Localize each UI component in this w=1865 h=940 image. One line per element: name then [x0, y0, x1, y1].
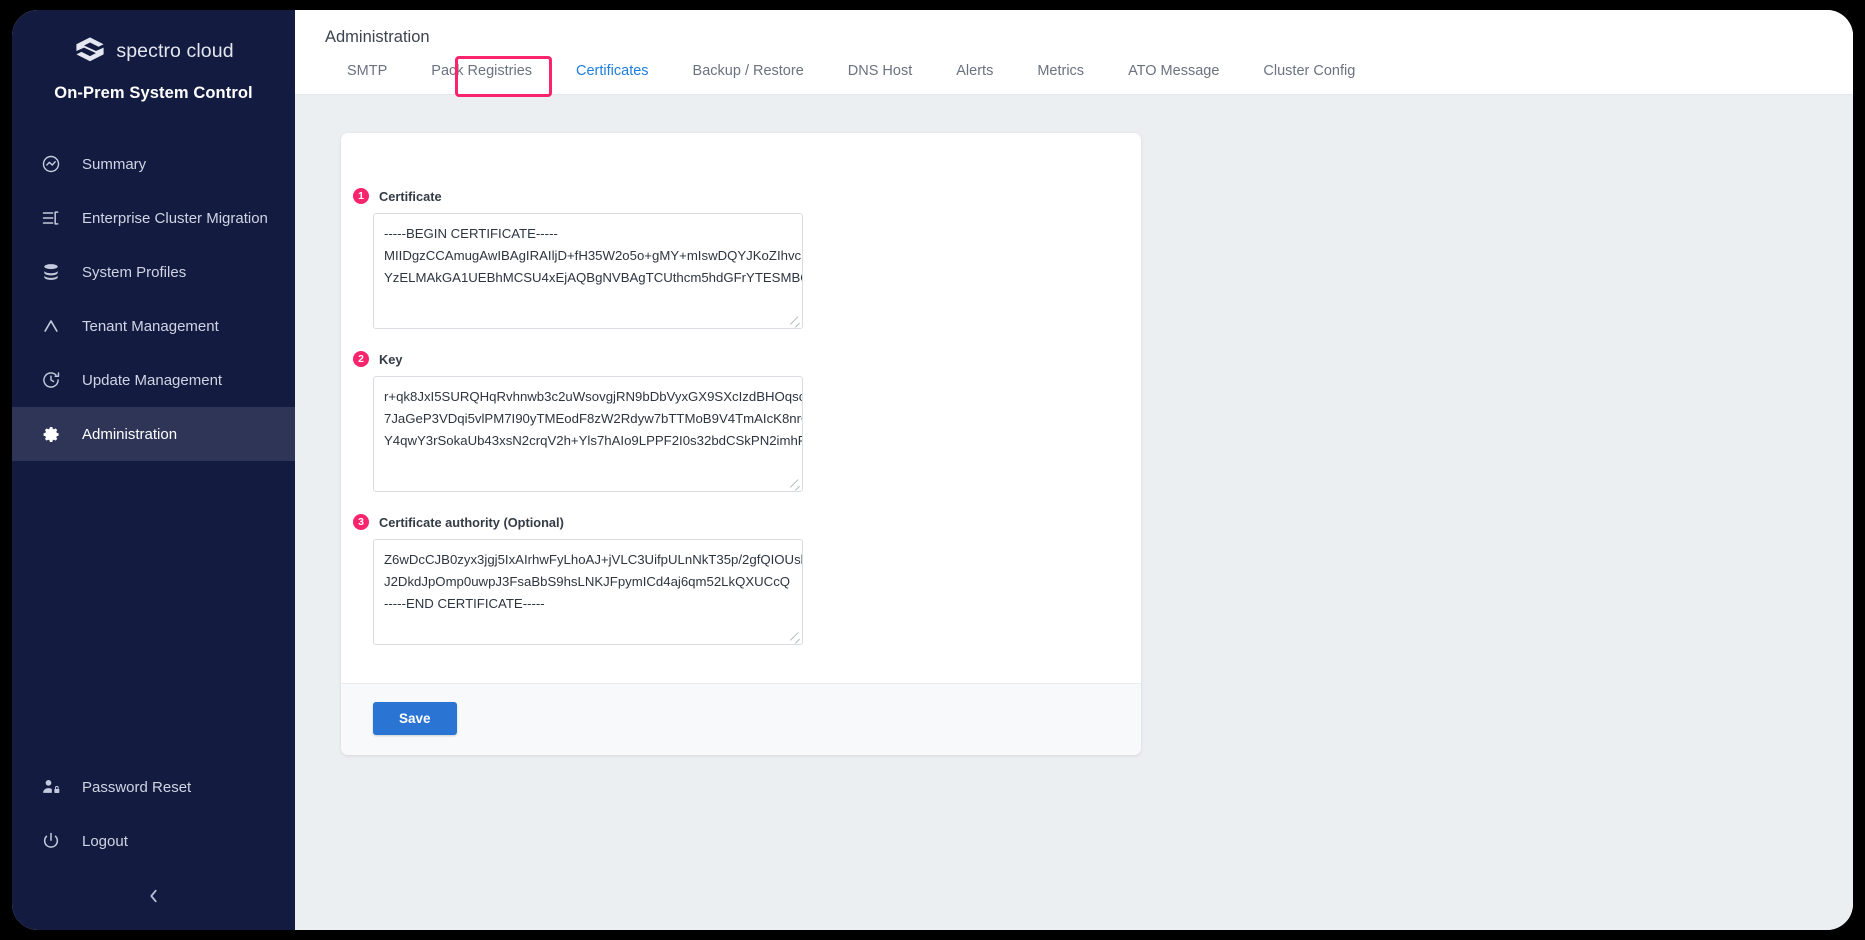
tab-cluster-config[interactable]: Cluster Config: [1241, 59, 1377, 85]
sidebar-item-system-profiles[interactable]: System Profiles: [12, 245, 295, 299]
spectro-cloud-logo-icon: [73, 36, 107, 66]
chevron-left-icon: [147, 888, 160, 907]
tab-backup-restore[interactable]: Backup / Restore: [671, 59, 826, 85]
certificates-card: 1 Certificate 2 Key: [341, 133, 1141, 755]
page-title: Administration: [325, 28, 430, 46]
save-button[interactable]: Save: [373, 702, 457, 735]
sidebar-item-enterprise-cluster-migration[interactable]: Enterprise Cluster Migration: [12, 191, 295, 245]
sidebar-nav: Summary Enterprise Cluster Migration Sys…: [12, 137, 295, 461]
chevron-up-tenant-icon: [40, 315, 62, 337]
sidebar-item-label: Tenant Management: [82, 317, 219, 335]
certificate-authority-input[interactable]: [373, 539, 803, 645]
gear-icon: [40, 423, 62, 445]
brand-name: spectro cloud: [116, 39, 234, 62]
tab-pack-registries[interactable]: Pack Registries: [409, 59, 554, 85]
clock-update-icon: [40, 369, 62, 391]
key-label: Key: [379, 351, 403, 367]
sidebar-item-label: Password Reset: [82, 778, 192, 796]
sidebar: spectro cloud On-Prem System Control Sum…: [12, 10, 295, 930]
tab-ato-message[interactable]: ATO Message: [1106, 59, 1241, 85]
tab-bar: SMTP Pack Registries Certificates Backup…: [325, 59, 1853, 85]
sidebar-bottom-nav: Password Reset Logout: [12, 760, 295, 930]
app-window: spectro cloud On-Prem System Control Sum…: [12, 10, 1853, 930]
sidebar-item-summary[interactable]: Summary: [12, 137, 295, 191]
sidebar-item-label: Enterprise Cluster Migration: [82, 209, 268, 227]
certificate-input[interactable]: [373, 213, 803, 329]
brand-block: spectro cloud On-Prem System Control: [12, 10, 295, 103]
brand-subtitle: On-Prem System Control: [54, 84, 253, 102]
sidebar-item-tenant-management[interactable]: Tenant Management: [12, 299, 295, 353]
content-area: 1 Certificate 2 Key: [295, 95, 1853, 930]
sidebar-collapse-button[interactable]: [12, 868, 295, 926]
sidebar-item-label: Logout: [82, 832, 128, 850]
summary-activity-icon: [40, 153, 62, 175]
sidebar-item-update-management[interactable]: Update Management: [12, 353, 295, 407]
tab-alerts[interactable]: Alerts: [934, 59, 1015, 85]
certificates-form: 1 Certificate 2 Key: [341, 133, 1141, 683]
topbar: Administration SMTP Pack Registries Cert…: [295, 10, 1853, 97]
tab-metrics[interactable]: Metrics: [1015, 59, 1106, 85]
sidebar-item-label: Update Management: [82, 371, 223, 389]
step-badge: 2: [353, 351, 369, 367]
main-area: Administration SMTP Pack Registries Cert…: [295, 10, 1853, 930]
key-input[interactable]: [373, 376, 803, 492]
sidebar-item-label: Administration: [82, 425, 178, 443]
sidebar-item-logout[interactable]: Logout: [12, 814, 295, 868]
user-lock-icon: [40, 776, 62, 798]
certificate-field: 1 Certificate: [353, 188, 1109, 329]
certificate-authority-label: Certificate authority (Optional): [379, 514, 564, 530]
tab-dns-host[interactable]: DNS Host: [826, 59, 934, 85]
sidebar-item-password-reset[interactable]: Password Reset: [12, 760, 295, 814]
card-footer: Save: [341, 683, 1141, 755]
certificate-label: Certificate: [379, 188, 442, 204]
migration-list-icon: [40, 207, 62, 229]
sidebar-item-label: Summary: [82, 155, 147, 173]
certificate-authority-field: 3 Certificate authority (Optional): [353, 514, 1109, 645]
tab-certificates[interactable]: Certificates: [554, 59, 671, 85]
power-icon: [40, 830, 62, 852]
step-badge: 3: [353, 514, 369, 530]
sidebar-item-administration[interactable]: Administration: [12, 407, 295, 461]
tab-smtp[interactable]: SMTP: [325, 59, 409, 85]
key-field: 2 Key: [353, 351, 1109, 492]
step-badge: 1: [353, 188, 369, 204]
sidebar-item-label: System Profiles: [82, 263, 187, 281]
stack-layers-icon: [40, 261, 62, 283]
